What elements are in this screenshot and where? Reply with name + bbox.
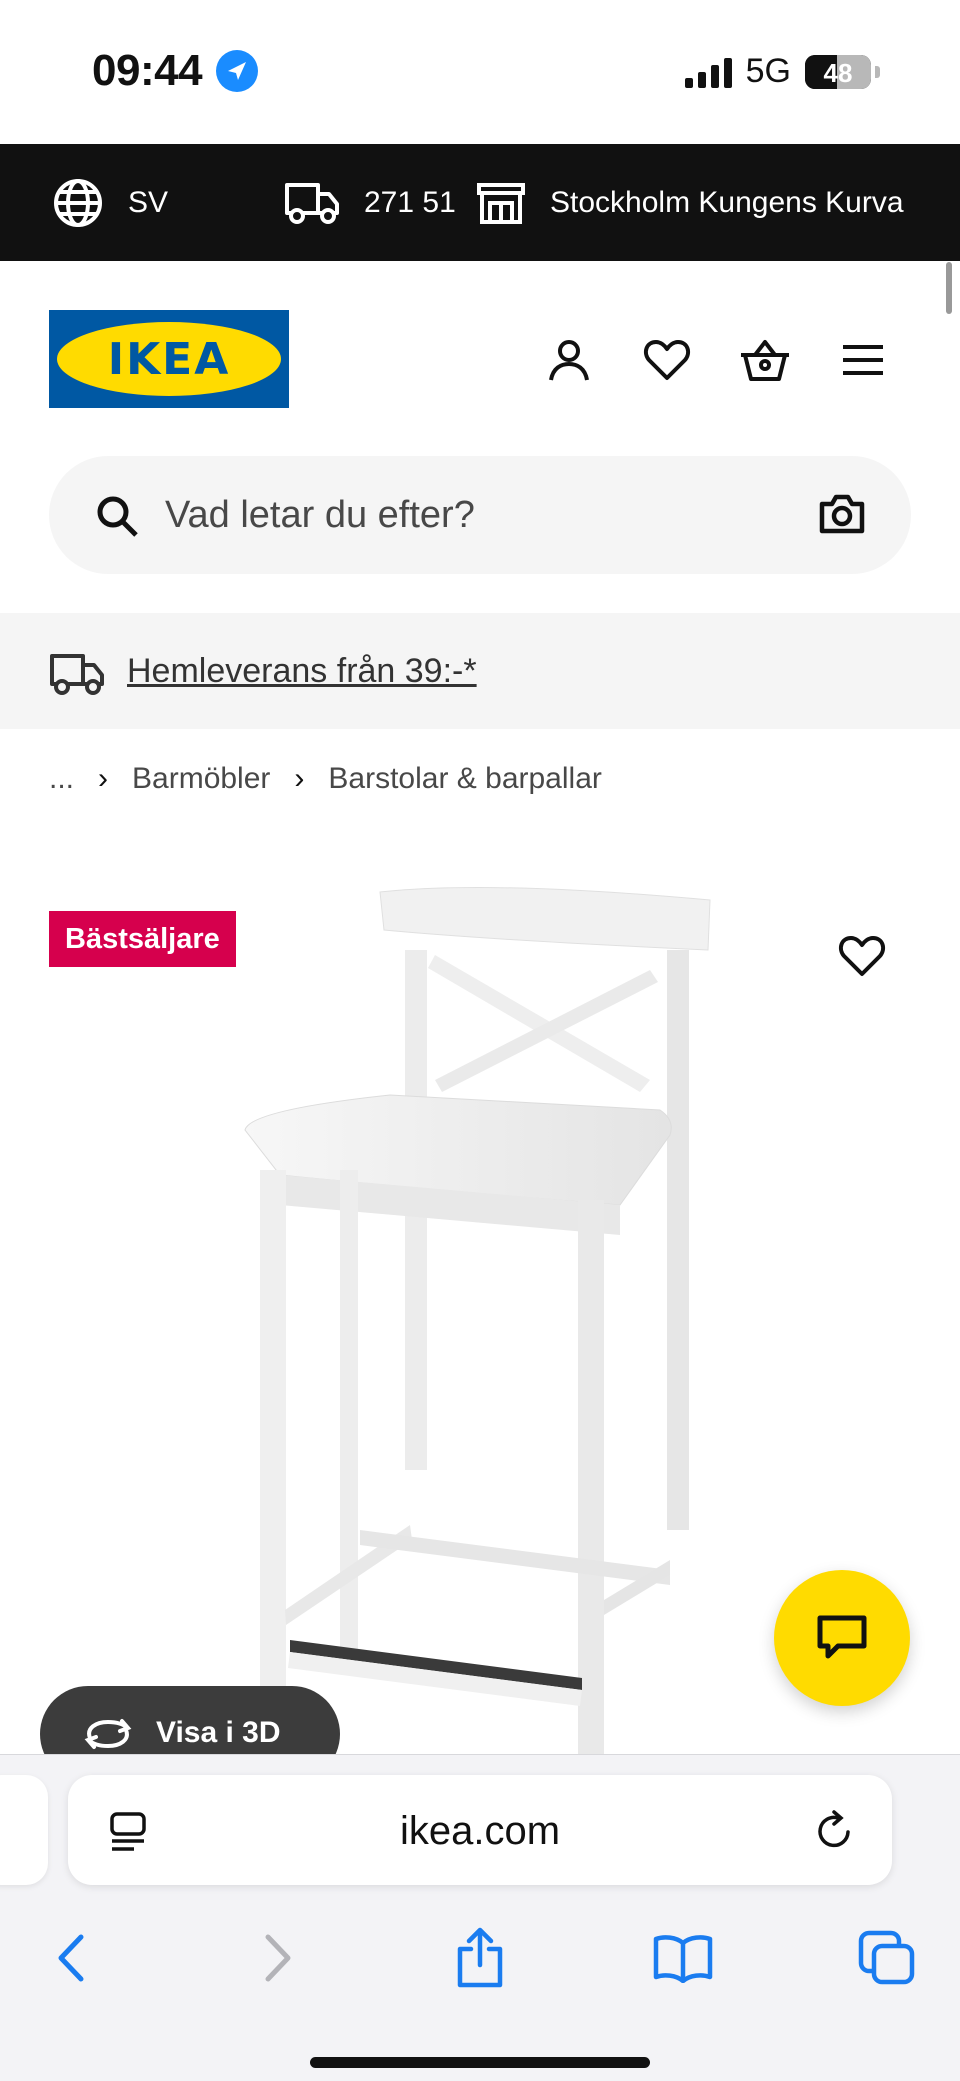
account-icon[interactable] [541, 332, 597, 388]
url-text[interactable]: ikea.com [68, 1809, 892, 1854]
store-icon [477, 182, 525, 224]
status-time: 09:44 [92, 46, 203, 95]
basket-icon[interactable] [737, 332, 793, 388]
language-label: SV [128, 185, 169, 219]
status-bar: 09:44 5G 48 [0, 0, 960, 144]
breadcrumb-item[interactable]: ... [49, 762, 74, 796]
camera-icon[interactable] [819, 494, 865, 534]
search-icon [97, 496, 138, 537]
status-indicators: 5G 48 [684, 52, 880, 91]
tabs-icon[interactable] [852, 1923, 922, 1993]
product-image-area[interactable]: Bästsäljare Visa i 3D [0, 810, 960, 1754]
battery-icon: 48 [805, 54, 871, 89]
store-label: Stockholm Kungens Kurva [550, 185, 904, 219]
postcode-label: 271 51 [364, 185, 456, 219]
home-indicator [310, 2057, 650, 2068]
delivery-promo-bar[interactable]: Hemleverans från 39:-* [0, 613, 960, 729]
store-selector[interactable]: Stockholm Kungens Kurva [476, 144, 904, 261]
postcode-selector[interactable]: 271 51 [284, 144, 456, 261]
menu-icon[interactable] [835, 332, 891, 388]
scroll-indicator [946, 262, 952, 314]
breadcrumb-item[interactable]: Barstolar & barpallar [328, 762, 601, 796]
forward-icon[interactable] [243, 1923, 313, 1993]
battery-level: 48 [823, 57, 853, 88]
battery-nub [875, 65, 880, 78]
reload-icon[interactable] [814, 1808, 856, 1852]
view-in-3d-label: Visa i 3D [156, 1716, 281, 1749]
chat-icon [817, 1615, 867, 1659]
browser-nav-row [0, 1915, 960, 1995]
chevron-right-icon: › [294, 762, 305, 795]
heart-icon[interactable] [639, 332, 695, 388]
ikea-logo[interactable]: IKEA [49, 310, 289, 408]
view-in-3d-button[interactable]: Visa i 3D [40, 1686, 340, 1754]
product-image [244, 887, 711, 1754]
address-bar[interactable]: ikea.com [68, 1775, 892, 1885]
previous-tab-peek[interactable] [0, 1775, 48, 1885]
signal-icon [684, 56, 732, 88]
delivery-promo-link[interactable]: Hemleverans från 39:-* [127, 652, 477, 691]
share-icon[interactable] [445, 1923, 515, 1993]
top-info-bar: SV 271 51 Stockholm Kungens Kurva [0, 144, 960, 261]
chat-button[interactable] [774, 1570, 910, 1706]
breadcrumb-item[interactable]: Barmöbler [132, 762, 270, 796]
search-bar[interactable]: Vad letar du efter? [49, 456, 911, 574]
bestseller-badge: Bästsäljare [49, 911, 236, 967]
language-selector[interactable]: SV [52, 144, 168, 261]
truck-icon [285, 182, 339, 224]
back-icon[interactable] [36, 1923, 106, 1993]
search-input[interactable]: Vad letar du efter? [165, 494, 475, 537]
globe-icon [54, 178, 102, 227]
chevron-right-icon: › [98, 762, 109, 795]
rotate-3d-icon [84, 1719, 132, 1749]
heart-icon[interactable] [838, 934, 886, 978]
browser-toolbar: ikea.com [0, 1754, 960, 2081]
site-header: IKEA [0, 261, 960, 451]
truck-icon [50, 654, 104, 695]
network-type: 5G [745, 52, 791, 90]
logo-text: IKEA [107, 334, 231, 385]
breadcrumb: ... › Barmöbler › Barstolar & barpallar [49, 762, 602, 796]
bookmarks-icon[interactable] [648, 1923, 718, 1993]
location-arrow-icon [216, 50, 258, 92]
